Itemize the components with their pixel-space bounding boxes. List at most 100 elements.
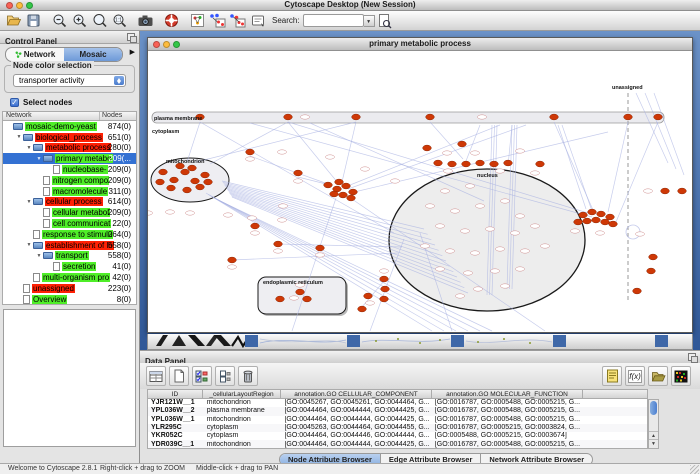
layout-back-icon[interactable] (228, 12, 247, 30)
graph-node[interactable] (380, 296, 389, 302)
graph-node[interactable] (324, 182, 333, 188)
zoom-in-icon[interactable] (70, 12, 89, 30)
graph-node[interactable] (167, 185, 176, 191)
tree-header-nodes[interactable]: Nodes (100, 112, 136, 120)
graph-node[interactable] (609, 221, 618, 227)
graph-node[interactable] (606, 214, 615, 220)
scroll-down-icon[interactable]: ▼ (649, 439, 658, 448)
graph-node[interactable] (316, 245, 325, 251)
graph-node[interactable] (303, 296, 312, 302)
maximize-window-icon[interactable] (26, 2, 33, 9)
zoom-fit-icon[interactable]: 1:1 (110, 12, 129, 30)
save-icon[interactable] (24, 12, 43, 30)
zoom-selected-icon[interactable] (90, 12, 109, 30)
graph-node[interactable] (170, 177, 179, 183)
graph-node[interactable] (294, 170, 303, 176)
function-builder-icon[interactable]: f(x) (625, 366, 645, 386)
tab-network[interactable]: Network (6, 48, 64, 61)
float-panel-icon[interactable] (688, 353, 696, 361)
table-row[interactable]: YLR295Ccytoplasm[GO:0045263, GO:0044464,… (148, 424, 647, 432)
graph-node[interactable] (347, 195, 356, 201)
graph-node[interactable] (339, 192, 348, 198)
expand-arrow-icon[interactable]: ▼ (25, 199, 33, 205)
column-id[interactable]: ID (147, 389, 203, 399)
graph-node[interactable] (661, 188, 670, 194)
graph-node[interactable] (654, 114, 663, 120)
delete-attribute-icon[interactable] (238, 366, 258, 386)
open-icon[interactable] (4, 12, 23, 30)
tree-row[interactable]: ▼establishment of lo558(0) (3, 240, 136, 251)
annotation-icon[interactable] (248, 12, 267, 30)
graph-node[interactable] (159, 169, 168, 175)
maximize-view-icon[interactable] (173, 41, 180, 48)
expand-arrow-icon[interactable]: ▼ (25, 242, 33, 248)
graph-node[interactable] (597, 211, 606, 217)
table-scrollbar[interactable]: ▲ ▼ (648, 399, 659, 449)
notes-icon[interactable] (602, 366, 622, 386)
table-row[interactable]: YPL036W__1mitochondrion[GO:0044464, GO:0… (148, 416, 647, 424)
tree-row[interactable]: response to stimulu264(0) (3, 229, 136, 240)
graph-node[interactable] (550, 114, 559, 120)
network-window-titlebar[interactable]: primary metabolic process (148, 38, 692, 51)
expand-arrow-icon[interactable]: ▼ (25, 145, 33, 151)
graph-node[interactable] (364, 293, 373, 299)
tree-row[interactable]: cellular metabol209(0) (3, 207, 136, 218)
graph-node[interactable] (191, 178, 200, 184)
new-attribute-icon[interactable] (169, 366, 189, 386)
graph-node[interactable] (156, 179, 165, 185)
graph-node[interactable] (536, 161, 545, 167)
graph-node[interactable] (649, 254, 658, 260)
graph-node[interactable] (284, 114, 293, 120)
tree-row[interactable]: ▼cellular process614(0) (3, 197, 136, 208)
graph-node[interactable] (588, 209, 597, 215)
tab-mosaic[interactable]: Mosaic (64, 48, 122, 61)
graph-node[interactable] (476, 160, 485, 166)
graph-node[interactable] (201, 172, 210, 178)
network-overview-icon[interactable] (188, 12, 207, 30)
column-region[interactable]: _cellularLayoutRegion (203, 389, 281, 399)
tree-row[interactable]: nucleobase-209(0) (3, 164, 136, 175)
tree-row[interactable]: macromolecule311(0) (3, 186, 136, 197)
tree-header-network[interactable]: Network (3, 112, 100, 120)
import-attributes-icon[interactable] (648, 366, 668, 386)
graph-node[interactable] (188, 165, 197, 171)
graph-node[interactable] (574, 219, 583, 225)
tree-row[interactable]: cell communicat22(0) (3, 218, 136, 229)
graph-node[interactable] (352, 114, 361, 120)
graph-node[interactable] (647, 268, 656, 274)
graph-node[interactable] (490, 161, 499, 167)
graph-node[interactable] (204, 179, 213, 185)
graph-node[interactable] (335, 179, 344, 185)
tree-row[interactable]: multi-organism pro42(0) (3, 272, 136, 283)
zoom-out-icon[interactable] (50, 12, 69, 30)
graph-node[interactable] (349, 189, 358, 195)
graph-node[interactable] (276, 296, 285, 302)
tree-row[interactable]: secretion41(0) (3, 261, 136, 272)
graph-node[interactable] (196, 184, 205, 190)
graph-node[interactable] (342, 183, 351, 189)
expand-arrow-icon[interactable]: ▼ (35, 156, 43, 162)
graph-node[interactable] (462, 161, 471, 167)
snapshot-icon[interactable] (136, 12, 155, 30)
graph-node[interactable] (601, 219, 610, 225)
network-canvas[interactable]: plasma membranecytoplasmmitochondrionnuc… (148, 51, 692, 332)
table-row[interactable]: YPL036W__2plasma membrane[GO:0044464, GO… (148, 407, 647, 415)
tree-row[interactable]: ▼biological_process651(0) (3, 132, 136, 143)
table-row[interactable]: YKR052Ccytoplasm[GO:0044464, GO:0044446,… (148, 432, 647, 440)
tree-row[interactable]: Overview8(0) (3, 294, 136, 305)
column-molecular-function[interactable]: annotation.GO MOLECULAR_FUNCTION (432, 389, 583, 399)
graph-node[interactable] (426, 114, 435, 120)
tree-row[interactable]: mosaic-demo-yeast874(0) (3, 121, 136, 132)
graph-node[interactable] (423, 145, 432, 151)
graph-node[interactable] (458, 141, 467, 147)
tree-row[interactable]: nitrogen compo209(0) (3, 175, 136, 186)
search-dropdown-button[interactable]: ▼ (364, 15, 375, 27)
search-doc-icon[interactable] (375, 12, 394, 30)
table-row[interactable]: YDR039C__1mitochondrion[GO:0044464, GO:0… (148, 440, 647, 448)
graph-node[interactable] (251, 223, 260, 229)
graph-node[interactable] (381, 286, 390, 292)
minimize-view-icon[interactable] (163, 41, 170, 48)
select-attributes-icon[interactable] (192, 366, 212, 386)
resize-grip[interactable] (690, 465, 699, 474)
expand-arrow-icon[interactable]: ▼ (15, 134, 23, 140)
